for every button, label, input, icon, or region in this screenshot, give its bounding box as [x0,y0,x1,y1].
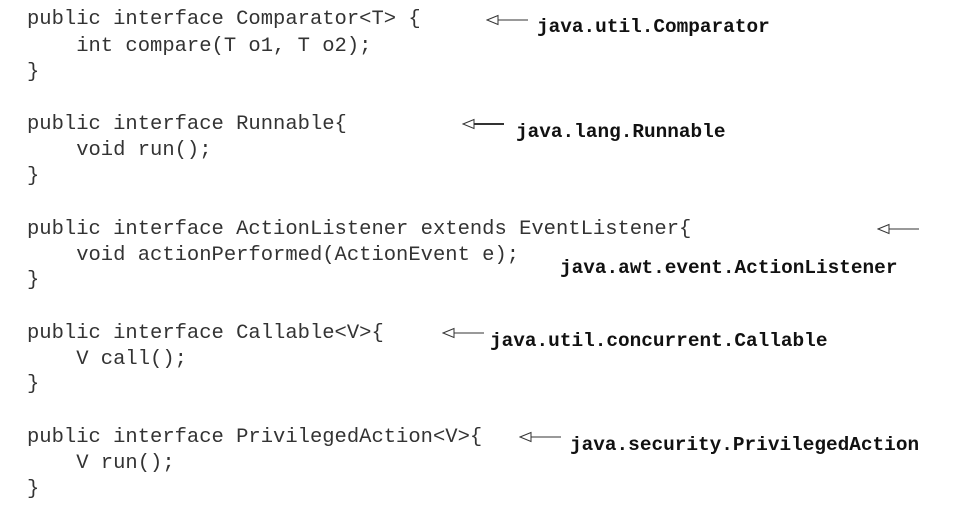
code-line: public interface PrivilegedAction<V>{ [27,426,483,449]
code-line: public interface ActionListener extends … [27,218,692,241]
code-line: } [27,165,40,188]
arrow-left-icon [442,327,484,339]
annotation-label: java.awt.event.ActionListener [560,257,898,279]
code-line: } [27,61,40,84]
code-line: void run(); [27,139,212,162]
arrow-left-icon [462,118,504,130]
code-line: V call(); [27,348,187,371]
annotation-label: java.lang.Runnable [516,121,726,143]
arrow-left-icon [877,223,919,235]
code-line: } [27,373,40,396]
code-line: public interface Comparator<T> { [27,8,421,31]
code-line: } [27,478,40,501]
code-line: public interface Callable<V>{ [27,322,384,345]
code-line: } [27,269,40,292]
arrow-left-icon [519,431,561,443]
annotation-label: java.security.PrivilegedAction [570,434,920,456]
code-line: public interface Runnable{ [27,113,347,136]
annotation-label: java.util.concurrent.Callable [490,330,828,352]
code-line: int compare(T o1, T o2); [27,35,372,58]
annotation-label: java.util.Comparator [537,16,770,38]
code-line: void actionPerformed(ActionEvent e); [27,244,520,267]
code-line: V run(); [27,452,175,475]
arrow-left-icon [486,14,528,26]
